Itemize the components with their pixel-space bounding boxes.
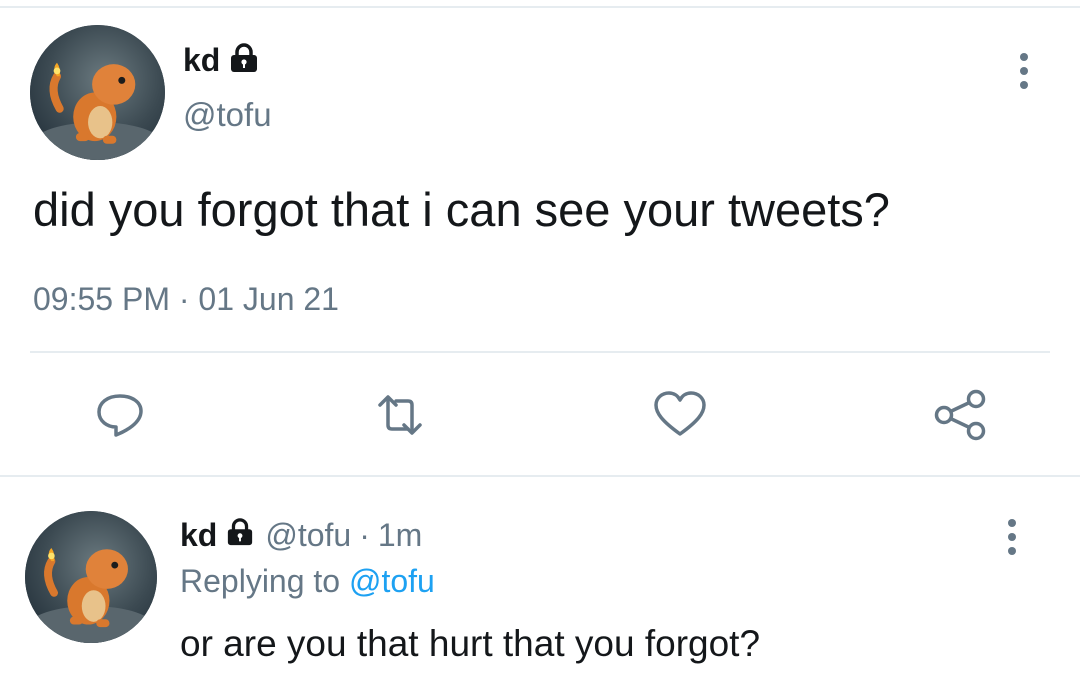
share-button[interactable] [930, 385, 990, 445]
divider [30, 351, 1050, 353]
display-name[interactable]: kd [183, 42, 220, 79]
section-divider [0, 475, 1080, 477]
reply-time: 1m [377, 516, 423, 553]
tweet-text: did you forgot that i can see your tweet… [33, 183, 890, 236]
reply-handle[interactable]: @tofu [265, 517, 351, 554]
reply-header[interactable]: kd @tofu · 1m [180, 514, 422, 556]
author-name-row[interactable]: kd [183, 38, 260, 82]
tweet-time: 09:55 PM [33, 281, 170, 317]
tweet-detail-screen: kd @tofu did you forgot that i can see y… [0, 0, 1080, 684]
avatar-image [30, 25, 165, 160]
retweet-button[interactable] [370, 385, 430, 445]
reply-icon [97, 394, 143, 437]
reply-text: or are you that hurt that you forgot? [180, 623, 761, 664]
lock-icon [228, 42, 260, 78]
like-button[interactable] [650, 385, 710, 445]
top-divider [0, 6, 1080, 8]
reply-avatar[interactable] [25, 511, 157, 643]
replying-to-mention[interactable]: @tofu [349, 563, 435, 599]
reply-separator: · [359, 516, 370, 553]
tweet-timestamp[interactable]: 09:55 PM · 01 Jun 21 [33, 281, 339, 318]
avatar-image [25, 511, 157, 643]
tweet-action-bar [0, 385, 1080, 445]
replying-to-label: Replying to [180, 563, 341, 599]
heart-icon [654, 391, 706, 436]
share-icon [934, 389, 986, 441]
avatar[interactable] [30, 25, 165, 160]
reply-display-name[interactable]: kd [180, 517, 217, 554]
more-vertical-icon[interactable] [1018, 53, 1030, 89]
author-handle[interactable]: @tofu [183, 96, 272, 134]
meta-separator: · [178, 281, 190, 317]
replying-to: Replying to @tofu [180, 563, 435, 600]
retweet-icon [378, 395, 422, 435]
reply-button[interactable] [90, 385, 150, 445]
tweet-date: 01 Jun 21 [198, 281, 339, 317]
lock-icon [225, 517, 255, 554]
more-vertical-icon[interactable] [1006, 519, 1018, 555]
